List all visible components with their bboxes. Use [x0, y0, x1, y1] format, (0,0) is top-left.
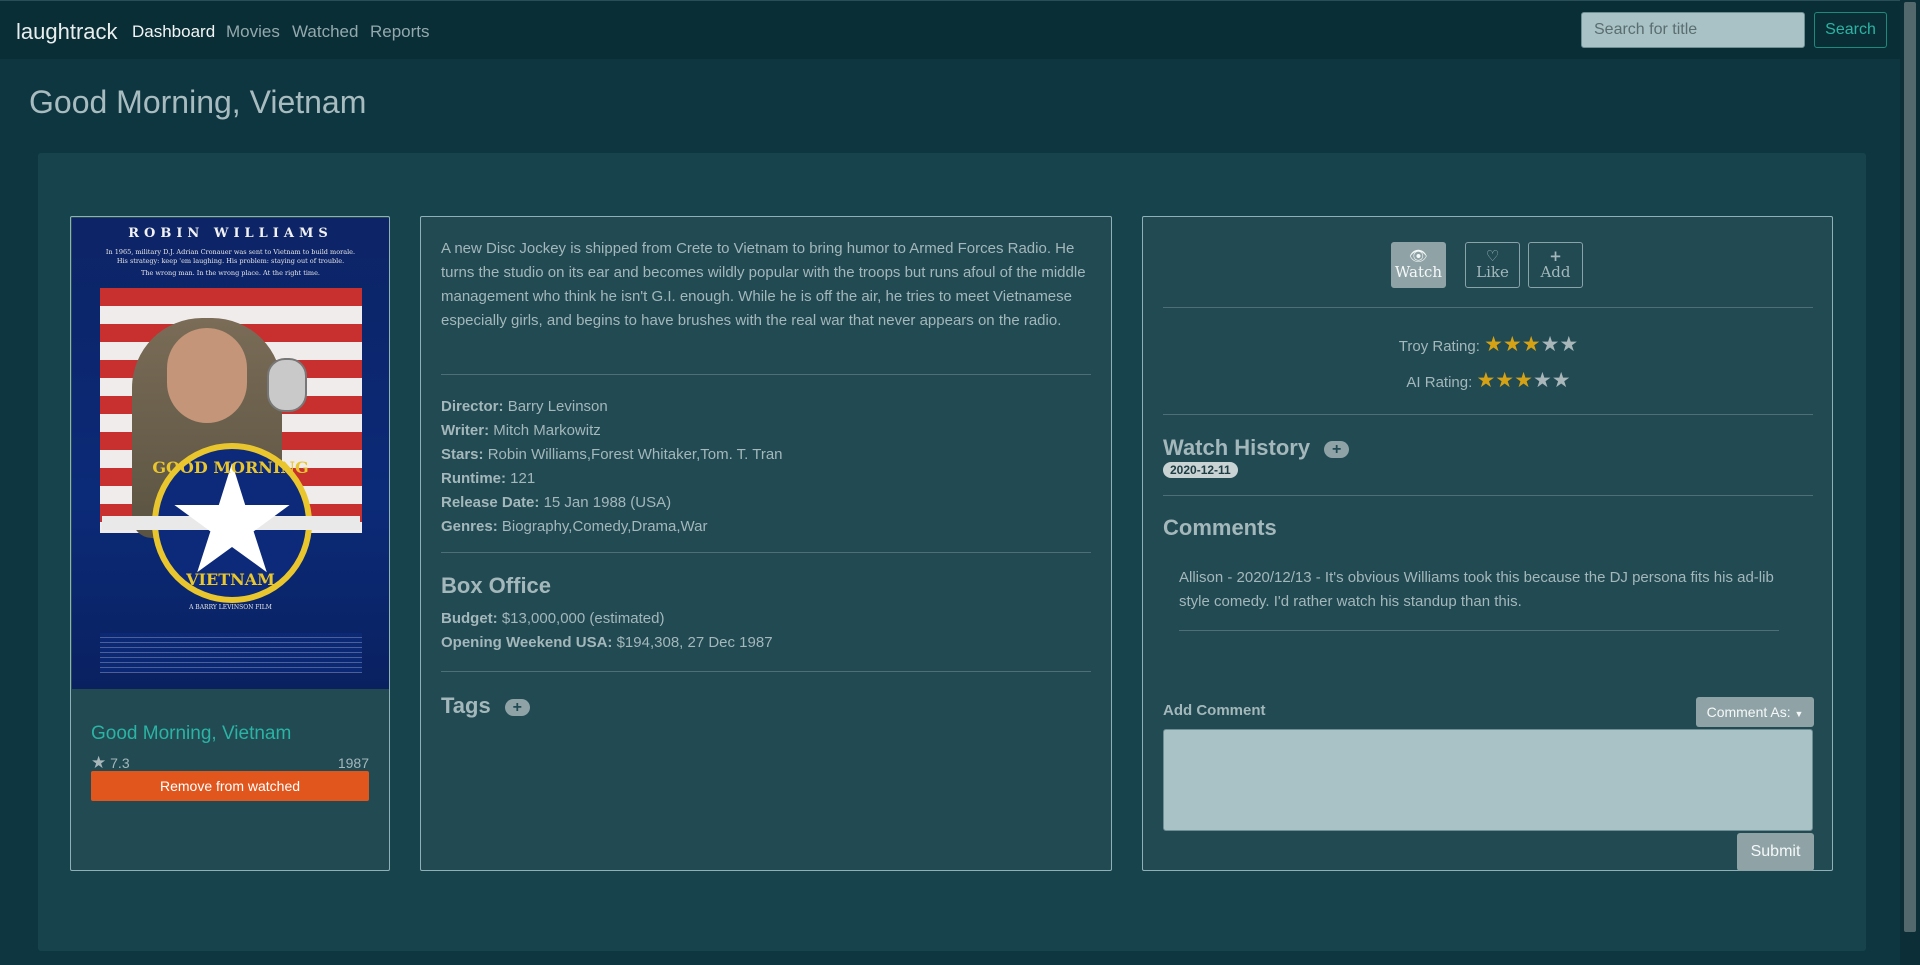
poster-card: ROBIN WILLIAMS In 1965, military D.J. Ad… — [70, 216, 390, 871]
movie-rating: ★ 7.3 — [91, 753, 130, 773]
heart-icon: ♡ — [1485, 247, 1500, 265]
like-button[interactable]: ♡ Like — [1465, 242, 1520, 288]
ai-rating: AI Rating: ★★★★★ — [1143, 370, 1834, 391]
actions-card: 👁︎ Watch ♡ Like + Add Troy Rating: ★★★★★… — [1142, 216, 1833, 871]
comments-heading: Comments — [1163, 515, 1277, 540]
troy-rating: Troy Rating: ★★★★★ — [1143, 334, 1834, 355]
divider — [1163, 307, 1813, 308]
caret-down-icon: ▼ — [1794, 709, 1804, 719]
movie-title-link[interactable]: Good Morning, Vietnam — [91, 723, 291, 745]
star-icon[interactable]: ★ — [1495, 369, 1514, 392]
movie-credits: Director: Barry Levinson Writer: Mitch M… — [441, 395, 783, 539]
rating-star-icon: ★ — [91, 753, 107, 772]
writer-row: Writer: Mitch Markowitz — [441, 422, 601, 439]
add-comment-label: Add Comment — [1163, 702, 1266, 719]
search-input[interactable]: Search for title — [1581, 12, 1805, 48]
divider — [1163, 495, 1813, 496]
watch-history-heading: Watch History — [1163, 435, 1311, 460]
poster-microphone — [267, 358, 307, 412]
main-panel: ROBIN WILLIAMS In 1965, military D.J. Ad… — [38, 153, 1866, 951]
page-title: Good Morning, Vietnam — [29, 84, 367, 120]
nav-reports[interactable]: Reports — [370, 22, 430, 42]
plot-summary: A new Disc Jockey is shipped from Crete … — [441, 240, 1086, 329]
comment-textarea[interactable] — [1163, 729, 1813, 831]
scrollbar-thumb[interactable] — [1904, 2, 1916, 932]
nav-dashboard[interactable]: Dashboard — [132, 22, 215, 42]
poster-tagline: In 1965, military D.J. Adrian Cronauer w… — [105, 248, 356, 277]
navbar: laughtrack Dashboard Movies Watched Repo… — [0, 0, 1900, 59]
star-icon[interactable]: ★ — [1533, 369, 1552, 392]
remove-from-watched-button[interactable]: Remove from watched — [91, 771, 369, 801]
comment-as-dropdown[interactable]: Comment As: ▼ — [1696, 697, 1814, 727]
star-icon[interactable]: ★ — [1552, 369, 1571, 392]
troy-rating-label: Troy Rating: — [1398, 338, 1480, 355]
rating-value: 7.3 — [110, 755, 130, 771]
star-icon[interactable]: ★ — [1514, 369, 1533, 392]
search-button[interactable]: Search — [1814, 12, 1887, 48]
poster-logo-top: GOOD MORNING — [152, 458, 309, 477]
director-row: Director: Barry Levinson — [441, 398, 608, 415]
star-icon[interactable]: ★ — [1559, 333, 1578, 356]
divider — [1179, 630, 1779, 631]
star-icon[interactable]: ★ — [1522, 333, 1541, 356]
watch-date-badge[interactable]: 2020-12-11 — [1163, 462, 1238, 478]
movie-poster: ROBIN WILLIAMS In 1965, military D.J. Ad… — [72, 218, 389, 689]
poster-credit: A BARRY LEVINSON FILM — [189, 604, 272, 611]
plus-icon: + — [1549, 247, 1562, 265]
poster-billing-block — [100, 633, 362, 673]
ai-rating-stars[interactable]: ★★★★★ — [1476, 370, 1570, 391]
scrollbar[interactable] — [1900, 0, 1920, 965]
star-icon[interactable]: ★ — [1484, 333, 1503, 356]
box-office-info: Budget: $13,000,000 (estimated) Opening … — [441, 607, 773, 655]
tags-heading: Tags — [441, 693, 491, 718]
ai-rating-label: AI Rating: — [1406, 374, 1473, 391]
add-button[interactable]: + Add — [1528, 242, 1583, 288]
nav-watched[interactable]: Watched — [292, 22, 358, 42]
poster-logo-bottom: VIETNAM — [186, 570, 275, 589]
watch-history-section: Watch History + — [1163, 435, 1350, 461]
comment-text: Allison - 2020/12/13 - It's obvious Will… — [1179, 569, 1774, 610]
release-row: Release Date: 15 Jan 1988 (USA) — [441, 494, 672, 511]
divider — [441, 671, 1091, 672]
budget-row: Budget: $13,000,000 (estimated) — [441, 610, 665, 627]
stars-row: Stars: Robin Williams,Forest Whitaker,To… — [441, 446, 783, 463]
tags-section: Tags + — [441, 693, 530, 719]
divider — [1163, 414, 1813, 415]
star-icon[interactable]: ★ — [1503, 333, 1522, 356]
opening-row: Opening Weekend USA: $194,308, 27 Dec 19… — [441, 634, 773, 651]
star-icon[interactable]: ★ — [1476, 369, 1495, 392]
submit-comment-button[interactable]: Submit — [1737, 833, 1814, 871]
star-icon[interactable]: ★ — [1541, 333, 1560, 356]
troy-rating-stars[interactable]: ★★★★★ — [1484, 334, 1578, 355]
poster-face — [167, 328, 247, 423]
brand-logo[interactable]: laughtrack — [16, 19, 118, 45]
add-tag-button[interactable]: + — [504, 698, 530, 716]
details-card: A new Disc Jockey is shipped from Crete … — [420, 216, 1112, 871]
genres-row: Genres: Biography,Comedy,Drama,War — [441, 518, 708, 535]
runtime-row: Runtime: 121 — [441, 470, 536, 487]
nav-movies[interactable]: Movies — [226, 22, 280, 42]
movie-year: 1987 — [337, 755, 369, 771]
box-office-heading: Box Office — [441, 573, 552, 598]
poster-actor: ROBIN WILLIAMS — [128, 226, 333, 241]
divider — [441, 552, 1091, 553]
divider — [441, 374, 1091, 375]
eye-icon: 👁︎ — [1408, 247, 1429, 265]
add-watch-date-button[interactable]: + — [1324, 440, 1350, 458]
watch-button[interactable]: 👁︎ Watch — [1391, 242, 1446, 288]
